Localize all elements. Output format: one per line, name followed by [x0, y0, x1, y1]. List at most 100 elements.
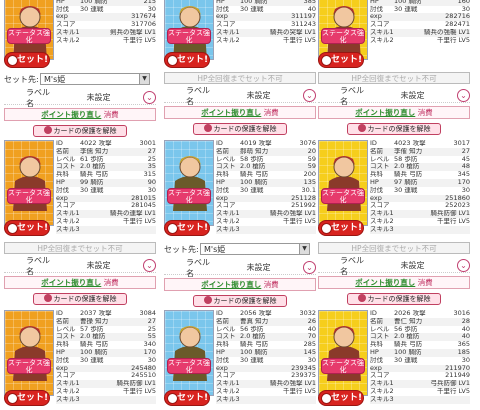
label-row: ラベル名 未設定 ⌄ [4, 256, 156, 276]
general-card: ステータス強化 セット! ID 4023 攻撃 3017 名前 李傕 知力 27 レベル 58 歩… [318, 140, 470, 236]
stats-row: HP 100 騎防 170 [56, 348, 156, 357]
stat-key: スキル2 [216, 387, 240, 395]
stat-mid: 99 騎防 [80, 178, 104, 186]
card-controls: セット先: M's姫 ▼ ラベル名 未設定 ⌄ ポイント振り直し 消費 カードの保護を解除 [164, 242, 316, 307]
stat-value: 騎兵防御 LV1 [116, 380, 156, 388]
status-upgrade-button[interactable]: ステータス強化 [7, 358, 51, 374]
unlock-protection-button[interactable]: カードの保護を解除 [347, 293, 441, 305]
label-dropdown-icon[interactable]: ⌄ [303, 261, 316, 274]
stats-row: レベル 61 歩防 25 [56, 156, 156, 164]
point-reset-link[interactable]: ポイント振り直し 消費 [164, 278, 316, 291]
status-upgrade-button[interactable]: ステータス強化 [167, 28, 211, 44]
stats-row: 名前 曹操 知力 27 [56, 317, 156, 326]
stat-mid [234, 21, 291, 29]
stat-mid: 2.0 槍防 [80, 333, 106, 341]
point-reset-link[interactable]: ポイント振り直し 消費 [4, 276, 156, 289]
set-target-select[interactable]: M's姫 ▼ [40, 73, 150, 85]
status-upgrade-button[interactable]: ステータス強化 [7, 188, 51, 204]
stat-mid: 61 歩防 [80, 155, 104, 163]
stat-key: exp [370, 364, 382, 372]
status-upgrade-button[interactable]: ステータス強化 [321, 358, 365, 374]
set-button[interactable]: セット! [318, 52, 364, 68]
stats-row: レベル 56 歩防 40 [370, 326, 470, 334]
stats-row: スコア 252023 [370, 202, 470, 210]
set-button[interactable]: セット! [318, 390, 364, 406]
lock-icon [357, 294, 366, 302]
status-upgrade-button[interactable]: ステータス強化 [321, 28, 365, 44]
unlock-protection-button[interactable]: カードの保護を解除 [33, 125, 127, 137]
label-dropdown-icon[interactable]: ⌄ [457, 89, 470, 102]
unlock-protection-label: カードの保護を解除 [367, 295, 431, 303]
stats-row: スキル2 千里行 LV5 [370, 37, 470, 45]
set-button[interactable]: セット! [164, 390, 210, 406]
unlock-protection-button[interactable]: カードの保護を解除 [193, 123, 287, 135]
status-upgrade-button[interactable]: ステータス強化 [7, 28, 51, 44]
point-reset-link[interactable]: ポイント振り直し 消費 [164, 106, 316, 119]
stat-value: 千里行 LV5 [436, 36, 470, 44]
stat-mid: 30 連戦 [240, 356, 264, 364]
stat-key: ID [370, 310, 377, 317]
label-dropdown-icon[interactable]: ⌄ [143, 91, 156, 104]
stat-mid: 2.0 槍防 [240, 163, 266, 171]
set-button[interactable]: セット! [4, 220, 50, 236]
stat-key: コスト [216, 333, 236, 341]
set-dot-icon [7, 393, 18, 404]
stat-value: 59 [307, 155, 316, 163]
set-button[interactable]: セット! [164, 52, 210, 68]
status-upgrade-button[interactable]: ステータス強化 [167, 188, 211, 204]
stat-value: 40 [307, 325, 316, 333]
stat-value: 20 [307, 147, 316, 155]
stats-row: 討伐 30 連戦 30 [56, 187, 156, 195]
label-key: ラベル名 [26, 255, 50, 276]
stat-key: スコア [216, 202, 236, 210]
stat-key: 兵科 [370, 171, 383, 179]
stat-mid [388, 372, 445, 380]
label-dropdown-icon[interactable]: ⌄ [457, 259, 470, 272]
stats-row: スキル2 千里行 LV5 [56, 388, 156, 396]
card-controls: HP全回復までセット不可 ラベル名 未設定 ⌄ ポイント振り直し 消費 カードの保護を解除 [318, 72, 470, 135]
stats-row: HP 99 騎防 90 [56, 178, 156, 187]
stat-mid: 騎兵 弓防 [80, 171, 109, 179]
set-target-select[interactable]: M's姫 ▼ [200, 243, 310, 255]
stat-key: 討伐 [56, 356, 69, 364]
stat-key: レベル [370, 325, 390, 333]
unlock-protection-label: カードの保護を解除 [213, 125, 277, 133]
stat-value: 55 [147, 333, 156, 341]
card-controls: HP全回復までセット不可 ラベル名 未設定 ⌄ ポイント振り直し 消費 カードの保護を解除 [4, 242, 156, 305]
stat-key: スキル3 [56, 225, 80, 233]
point-reset-link[interactable]: ポイント振り直し 消費 [318, 106, 470, 119]
set-button[interactable]: セット! [318, 220, 364, 236]
stat-mid: 56 歩防 [394, 325, 418, 333]
stat-mid: 2.0 槍防 [394, 163, 420, 171]
status-upgrade-button[interactable]: ステータス強化 [167, 358, 211, 374]
stat-value: 317706 [131, 21, 156, 29]
label-dropdown-icon[interactable]: ⌄ [143, 259, 156, 272]
general-card: ステータス強化 セット! ID 2056 攻撃 3032 名前 曹真 知力 26 レベル 56 歩… [164, 310, 316, 406]
stats-row: コスト 2.0 槍防 55 [56, 333, 156, 342]
stat-value: 30.1 [301, 186, 316, 194]
stat-key: exp [370, 13, 382, 21]
stats-row: コスト 2.0 槍防 70 [216, 333, 316, 342]
unlock-protection-button[interactable]: カードの保護を解除 [33, 293, 127, 305]
label-dropdown-icon[interactable]: ⌄ [303, 89, 316, 102]
stat-mid: 李傕 知力 [394, 147, 423, 155]
unlock-protection-button[interactable]: カードの保護を解除 [193, 295, 287, 307]
set-button[interactable]: セット! [4, 390, 50, 406]
label-value: 未設定 [246, 91, 271, 100]
set-button[interactable]: セット! [4, 52, 50, 68]
set-button-label: セット! [331, 393, 363, 403]
point-reset-link[interactable]: ポイント振り直し 消費 [318, 276, 470, 289]
unlock-protection-button[interactable]: カードの保護を解除 [347, 123, 441, 135]
set-button[interactable]: セット! [164, 220, 210, 236]
point-reset-link[interactable]: ポイント振り直し 消費 [4, 108, 156, 121]
label-key: ラベル名 [26, 87, 50, 108]
status-upgrade-button[interactable]: ステータス強化 [321, 188, 365, 204]
stat-key: スキル1 [370, 380, 394, 388]
stats-table: 兵科騎兵 弓熟360HP100 騎防215討伐30 連戦30exp317674ス… [56, 0, 156, 45]
point-reset-cost: 消費 [103, 110, 119, 119]
stat-value: 340 [143, 341, 156, 349]
label-row: ラベル名 未設定 ⌄ [4, 88, 156, 108]
stat-mid: 2056 攻撃 [240, 310, 272, 317]
stats-row: exp 245480 [56, 364, 156, 373]
stat-mid: 30 連戦 [240, 5, 264, 13]
